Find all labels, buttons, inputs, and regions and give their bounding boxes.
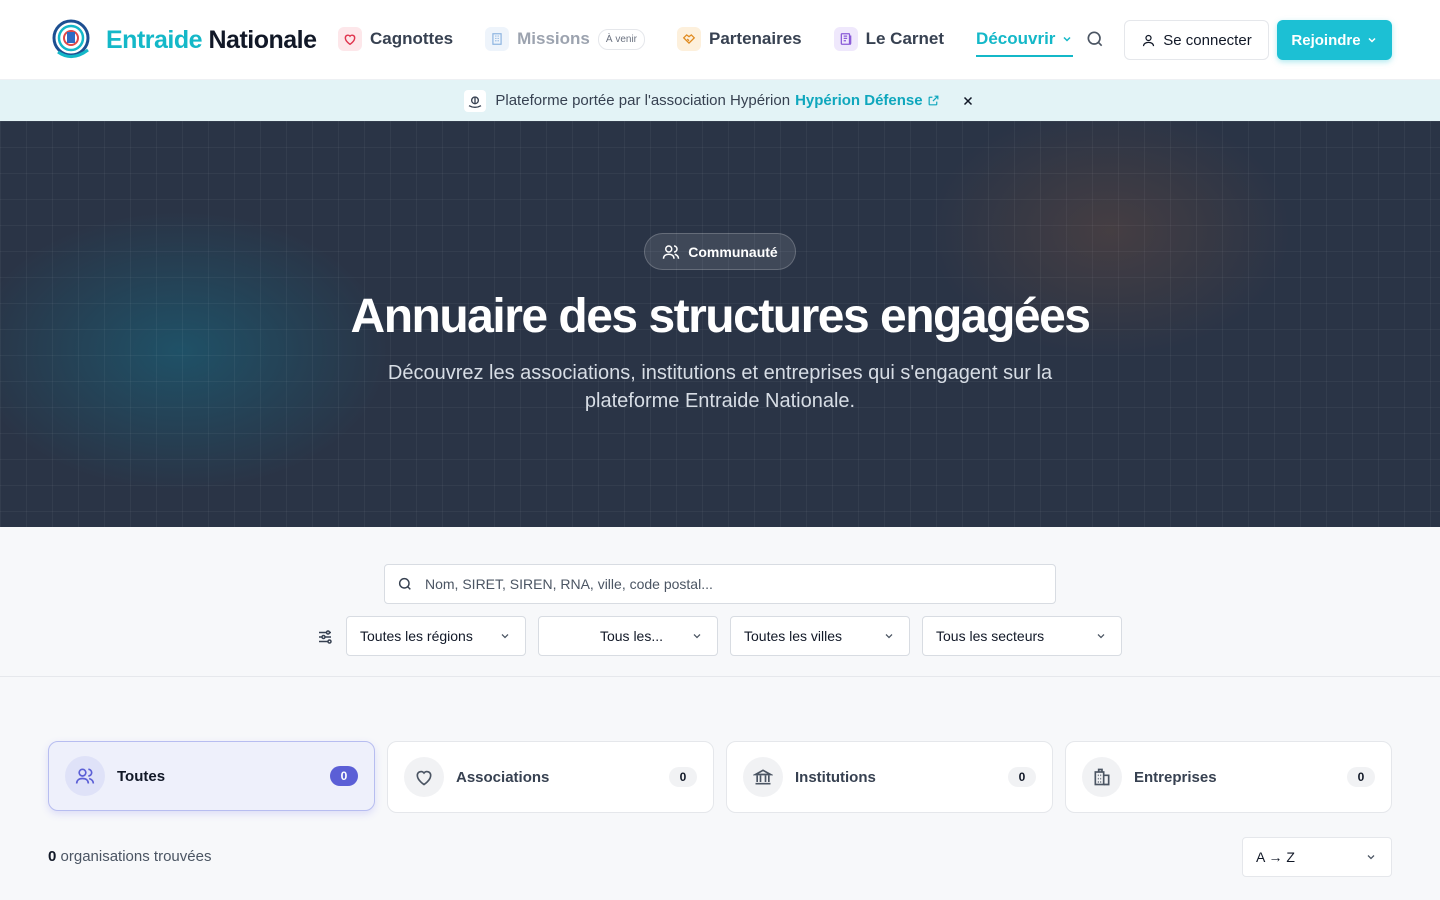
sector-select-value: Tous les secteurs: [936, 628, 1045, 644]
landmark-icon: [743, 757, 783, 797]
join-button[interactable]: Rejoindre: [1277, 20, 1392, 60]
chevron-down-icon: [1063, 36, 1071, 42]
category-tab-entreprises[interactable]: Entreprises 0: [1065, 741, 1392, 813]
login-label: Se connecter: [1163, 31, 1252, 49]
page-title: Annuaire des structures engagées: [350, 290, 1091, 343]
city-select[interactable]: Toutes les villes: [730, 616, 910, 656]
building-icon: [485, 27, 510, 51]
nav-item-partenaires[interactable]: Partenaires: [677, 24, 802, 54]
department-select-value: Tous les...: [599, 628, 664, 644]
category-label: Toutes: [117, 767, 166, 785]
region-select-value: Toutes les régions: [360, 628, 473, 644]
nav-item-le-carnet[interactable]: Le Carnet: [833, 24, 945, 54]
search-field[interactable]: [384, 564, 1056, 604]
newspaper-icon: [833, 27, 858, 51]
close-icon: [963, 96, 972, 105]
association-logo-icon: [464, 89, 487, 112]
brand-name: Entraide Nationale: [106, 25, 317, 54]
chevron-down-icon: [1097, 634, 1105, 639]
category-count-badge: 0: [1347, 767, 1375, 787]
nav-item-missions: Missions À venir: [485, 24, 645, 54]
nav-item-label: Missions: [517, 29, 590, 48]
chevron-down-icon: [501, 634, 509, 639]
category-label: Associations: [456, 768, 550, 786]
nav-item-label: Le Carnet: [865, 29, 945, 48]
nav-item-label: Cagnottes: [370, 29, 454, 48]
sector-select[interactable]: Tous les secteurs: [922, 616, 1122, 656]
handshake-icon: [677, 27, 701, 51]
results-number: 0: [48, 848, 57, 865]
heart-icon: [404, 757, 444, 797]
category-tab-institutions[interactable]: Institutions 0: [726, 741, 1053, 813]
category-count-badge: 0: [1008, 767, 1036, 787]
association-banner: Plateforme portée par l'association Hypé…: [0, 80, 1440, 121]
page-subtitle: Découvrez les associations, institutions…: [387, 362, 1053, 412]
chevron-down-icon: [693, 634, 701, 639]
nav-item-cagnottes[interactable]: Cagnottes: [338, 24, 453, 54]
city-select-value: Toutes les villes: [744, 628, 843, 644]
category-label: Institutions: [795, 768, 876, 786]
nav-item-label: Partenaires: [709, 29, 802, 48]
category-label: Entreprises: [1134, 768, 1217, 786]
sliders-icon: [319, 630, 332, 644]
top-navbar: Entraide Nationale Cagnottes Missions À …: [0, 0, 1440, 80]
category-count-badge: 0: [330, 766, 358, 786]
category-tabs: Toutes 0 Associations 0 Institutions 0 E…: [48, 741, 1392, 813]
heart-icon: [338, 27, 362, 51]
brand-logo-mark-icon: [52, 19, 90, 58]
banner-text: Plateforme portée par l'association Hypé…: [495, 92, 791, 109]
chevron-down-icon: [1368, 37, 1376, 43]
nav-item-label: Découvrir: [976, 29, 1056, 48]
coming-soon-badge: À venir: [597, 28, 645, 50]
office-building-icon: [1082, 757, 1122, 797]
search-icon: [398, 577, 411, 590]
hero-section: Communauté Annuaire des structures engag…: [0, 121, 1440, 527]
search-filters-section: Toutes les régions Tous les... Toutes le…: [0, 527, 1440, 677]
search-icon: [1087, 31, 1103, 47]
sort-select-value: A → Z: [1256, 849, 1295, 865]
chevron-down-icon: [1367, 855, 1375, 860]
main-nav: Cagnottes Missions À venir Partenaires L…: [338, 24, 1105, 57]
users-icon: [663, 244, 680, 259]
filter-settings-button[interactable]: [316, 628, 334, 646]
results-label: organisations trouvées: [60, 848, 212, 865]
category-count-badge: 0: [669, 767, 697, 787]
results-count: 0 organisations trouvées: [48, 848, 211, 865]
community-pill: Communauté: [644, 233, 796, 270]
category-tab-associations[interactable]: Associations 0: [387, 741, 714, 813]
sort-select[interactable]: A → Z: [1242, 837, 1392, 877]
banner-link-label: Hypérion Défense: [795, 92, 923, 109]
join-label: Rejoindre: [1291, 31, 1361, 49]
chevron-down-icon: [885, 634, 893, 639]
brand-logo[interactable]: Entraide Nationale: [52, 18, 317, 62]
nav-item-decouvrir[interactable]: Découvrir: [976, 27, 1074, 57]
hyperion-defense-link[interactable]: Hypérion Défense: [795, 92, 940, 109]
user-icon: [1143, 34, 1155, 46]
search-button[interactable]: [1085, 29, 1107, 51]
region-select[interactable]: Toutes les régions: [346, 616, 526, 656]
users-icon: [65, 756, 105, 796]
category-tab-toutes[interactable]: Toutes 0: [48, 741, 375, 811]
pill-label: Communauté: [688, 243, 778, 260]
external-link-icon: [928, 95, 939, 106]
search-input[interactable]: [425, 576, 1025, 592]
banner-close-button[interactable]: [960, 93, 976, 109]
department-select[interactable]: Tous les...: [538, 616, 718, 656]
login-button[interactable]: Se connecter: [1124, 20, 1269, 60]
